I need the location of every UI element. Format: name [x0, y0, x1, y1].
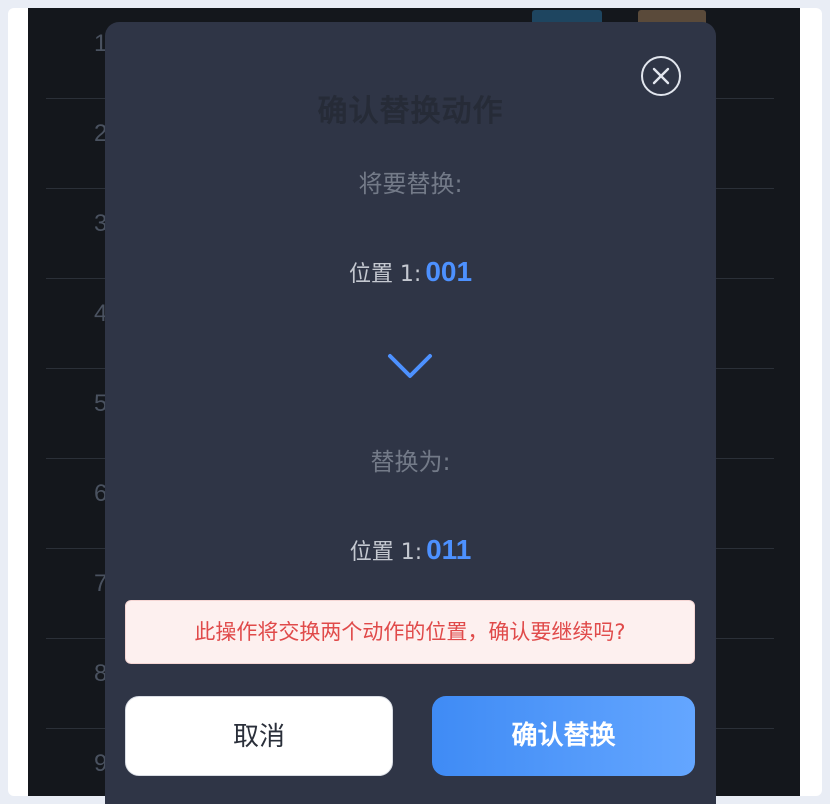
to-position-label: 位置 1: — [349, 540, 423, 565]
to-position: 位置 1: 011 — [105, 534, 716, 566]
from-label: 将要替换: — [358, 170, 463, 198]
from-action-code: 001 — [425, 256, 473, 287]
to-action-code: 011 — [426, 534, 472, 565]
from-position: 位置 1: 001 — [105, 256, 716, 288]
warning-message: 此操作将交换两个动作的位置，确认要继续吗? — [125, 600, 695, 664]
to-label: 替换为: — [370, 448, 451, 476]
confirm-replace-button[interactable]: 确认替换 — [432, 696, 695, 776]
confirm-replace-dialog: 确认替换动作 将要替换: 位置 1: 001 替换为: 位置 1: 011 此操作将… — [105, 22, 716, 804]
dialog-title: 确认替换动作 — [317, 94, 504, 129]
from-position-label: 位置 1: — [348, 262, 422, 287]
cancel-button[interactable]: 取消 — [125, 696, 393, 776]
chevron-down-icon — [388, 354, 432, 378]
